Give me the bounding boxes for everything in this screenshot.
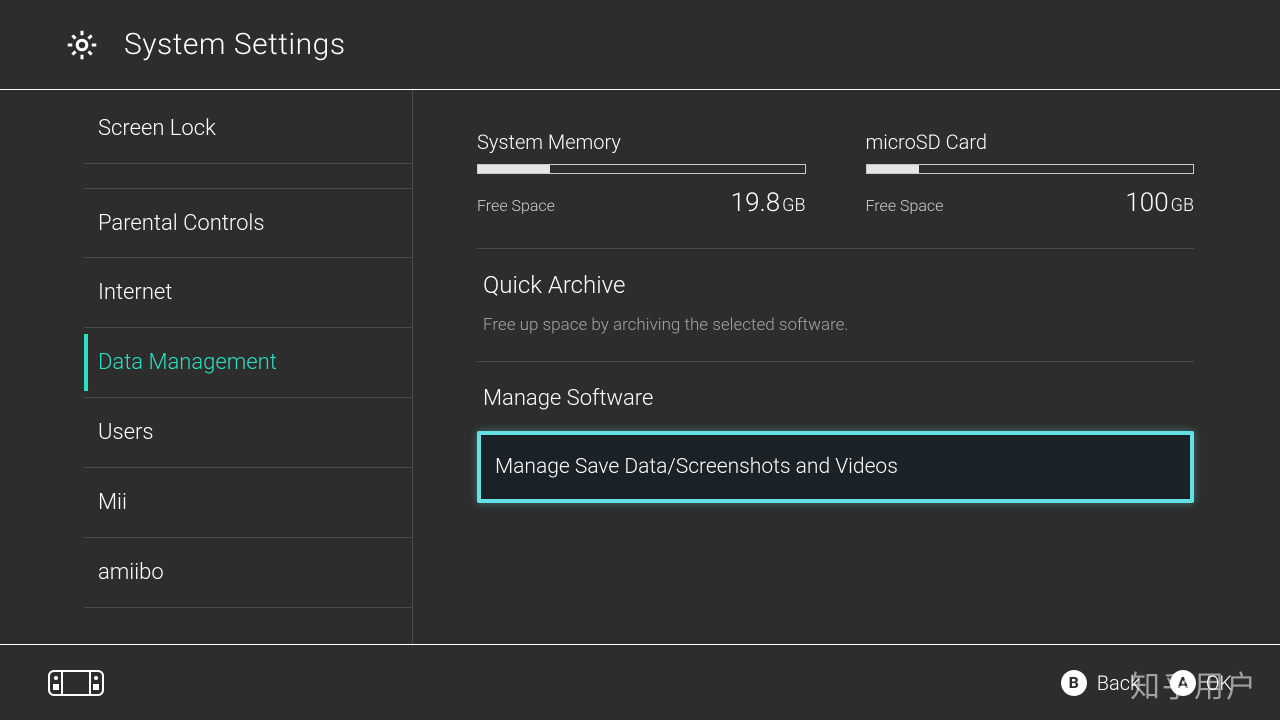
sidebar-item-internet[interactable]: Internet — [84, 258, 412, 328]
sidebar-item-label: Mii — [98, 490, 127, 515]
storage-row: System Memory Free Space 19.8GB microSD … — [477, 130, 1194, 249]
a-button-icon: A — [1170, 670, 1196, 696]
sidebar-item-label: amiibo — [98, 560, 164, 585]
quick-archive-section[interactable]: Quick Archive Free up space by archiving… — [477, 249, 1194, 362]
sidebar-item-mii[interactable]: Mii — [84, 468, 412, 538]
footer: B Back A OK — [0, 644, 1280, 720]
back-button[interactable]: B Back — [1061, 670, 1140, 696]
sidebar-item-label: Data Management — [98, 350, 277, 375]
sidebar-item-data-management[interactable]: Data Management — [84, 328, 412, 398]
microsd-bar — [866, 164, 1195, 174]
controller-icon — [48, 670, 104, 696]
manage-save-data-option[interactable]: Manage Save Data/Screenshots and Videos — [477, 431, 1194, 503]
sidebar-item-label: Screen Lock — [98, 116, 216, 141]
sidebar-item-parental-controls[interactable]: Parental Controls — [84, 188, 412, 258]
quick-archive-title: Quick Archive — [477, 271, 1194, 299]
microsd-title: microSD Card — [866, 130, 1195, 154]
system-memory-title: System Memory — [477, 130, 806, 154]
footer-hints: B Back A OK — [1061, 670, 1232, 696]
b-button-icon: B — [1061, 670, 1087, 696]
sidebar-item-label: Parental Controls — [98, 211, 265, 236]
sidebar-item-amiibo[interactable]: amiibo — [84, 538, 412, 608]
quick-archive-desc: Free up space by archiving the selected … — [477, 315, 1194, 335]
manage-save-data-label: Manage Save Data/Screenshots and Videos — [495, 455, 898, 479]
system-memory-bar — [477, 164, 806, 174]
main: Screen Lock Parental Controls Internet D… — [0, 90, 1280, 644]
microsd-free-label: Free Space — [866, 196, 944, 215]
microsd-block[interactable]: microSD Card Free Space 100GB — [866, 130, 1195, 218]
sidebar-item-users[interactable]: Users — [84, 398, 412, 468]
microsd-free-value: 100GB — [1125, 188, 1194, 218]
back-label: Back — [1097, 671, 1140, 695]
sidebar-item-screen-lock[interactable]: Screen Lock — [84, 94, 412, 164]
ok-button[interactable]: A OK — [1170, 670, 1232, 696]
content-panel: System Memory Free Space 19.8GB microSD … — [412, 90, 1280, 644]
system-memory-info: Free Space 19.8GB — [477, 188, 806, 218]
microsd-info: Free Space 100GB — [866, 188, 1195, 218]
page-title: System Settings — [124, 27, 346, 62]
manage-software-heading[interactable]: Manage Software — [477, 386, 1194, 411]
sidebar-item-label: Users — [98, 420, 154, 445]
system-memory-bar-fill — [478, 165, 550, 173]
system-memory-block[interactable]: System Memory Free Space 19.8GB — [477, 130, 806, 218]
microsd-bar-fill — [867, 165, 919, 173]
sidebar: Screen Lock Parental Controls Internet D… — [0, 90, 412, 644]
gear-icon — [64, 27, 100, 63]
sidebar-item-label: Internet — [98, 280, 172, 305]
system-memory-free-label: Free Space — [477, 196, 555, 215]
header: System Settings — [0, 0, 1280, 90]
manage-section: Manage Software Manage Save Data/Screens… — [477, 362, 1194, 503]
ok-label: OK — [1206, 671, 1232, 695]
system-memory-free-value: 19.8GB — [731, 188, 806, 218]
